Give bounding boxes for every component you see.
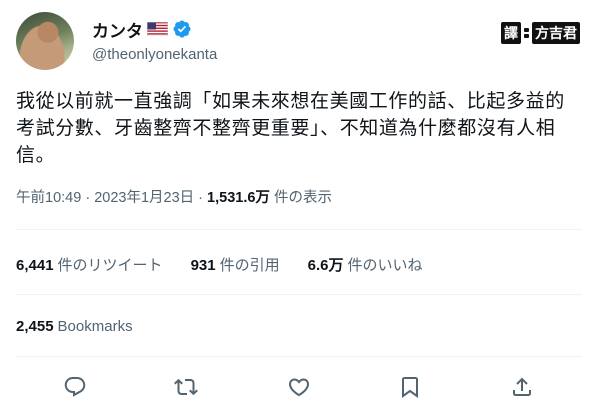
watermark: 譯 方吉君 bbox=[501, 22, 580, 44]
tweet-meta: 午前10:49 · 2023年1月23日 · 1,531.6万 件の表示 bbox=[16, 186, 332, 207]
retweets-label: 件のリツイート bbox=[57, 257, 163, 274]
like-button[interactable] bbox=[284, 372, 314, 402]
tweet-time[interactable]: 午前10:49 bbox=[16, 190, 81, 206]
display-name-row: カンタ bbox=[92, 17, 217, 42]
likes-label: 件のいいね bbox=[347, 257, 423, 274]
share-icon bbox=[513, 377, 531, 396]
tweet-line: 我從以前就一直強調「如果未來想在美國工作的話、比起多益的 bbox=[16, 90, 565, 112]
likes-stat[interactable]: 6.6万 件のいいね bbox=[308, 254, 423, 275]
reply-button[interactable] bbox=[60, 372, 90, 402]
author-names: カンタ @theonlyonekanta bbox=[92, 18, 217, 63]
divider bbox=[16, 294, 582, 295]
watermark-boxed-char: 譯 bbox=[501, 22, 521, 44]
display-name[interactable]: カンタ bbox=[92, 17, 143, 42]
meta-separator: · bbox=[194, 190, 208, 206]
like-icon bbox=[288, 378, 310, 397]
retweet-icon bbox=[174, 378, 198, 396]
retweet-button[interactable] bbox=[171, 372, 201, 402]
watermark-name: 方吉君 bbox=[532, 22, 580, 44]
us-flag-icon bbox=[147, 22, 168, 36]
quotes-stat[interactable]: 931 件の引用 bbox=[191, 254, 280, 275]
bookmarks-count: 2,455 bbox=[16, 318, 54, 335]
bookmarks-stat[interactable]: 2,455 Bookmarks bbox=[16, 318, 133, 335]
watermark-colon bbox=[524, 27, 529, 39]
views-count: 1,531.6万 bbox=[207, 190, 270, 206]
bookmark-icon bbox=[402, 377, 418, 398]
meta-separator: · bbox=[81, 190, 95, 206]
tweet-header: カンタ @theonlyonekanta 譯 方吉君 bbox=[16, 12, 582, 72]
retweets-stat[interactable]: 6,441 件のリツイート bbox=[16, 254, 163, 275]
quotes-count: 931 bbox=[190, 257, 216, 274]
views-label: 件の表示 bbox=[269, 190, 332, 206]
author-handle[interactable]: @theonlyonekanta bbox=[92, 46, 217, 63]
divider bbox=[16, 229, 582, 230]
bookmark-button[interactable] bbox=[395, 372, 425, 402]
engagement-stats: 6,441 件のリツイート 931 件の引用 6.6万 件のいいね bbox=[16, 254, 422, 275]
share-button[interactable] bbox=[507, 372, 537, 402]
verified-badge-icon[interactable] bbox=[172, 19, 192, 39]
avatar[interactable] bbox=[16, 12, 74, 70]
action-bar bbox=[16, 372, 582, 402]
tweet-text: 我從以前就一直強調「如果未來想在美國工作的話、比起多益的 考試分數、牙齒整齊不整… bbox=[16, 88, 582, 169]
divider bbox=[16, 356, 582, 357]
tweet-date[interactable]: 2023年1月23日 bbox=[94, 190, 194, 206]
tweet-line: 信。 bbox=[16, 144, 56, 166]
bookmarks-label: Bookmarks bbox=[57, 318, 133, 335]
retweets-count: 6,441 bbox=[16, 257, 54, 274]
tweet-line: 考試分數、牙齒整齊不整齊更重要」、不知道為什麼都沒有人相 bbox=[16, 117, 556, 139]
quotes-label: 件の引用 bbox=[219, 257, 280, 274]
reply-icon bbox=[64, 377, 86, 397]
likes-count: 6.6万 bbox=[307, 257, 344, 274]
